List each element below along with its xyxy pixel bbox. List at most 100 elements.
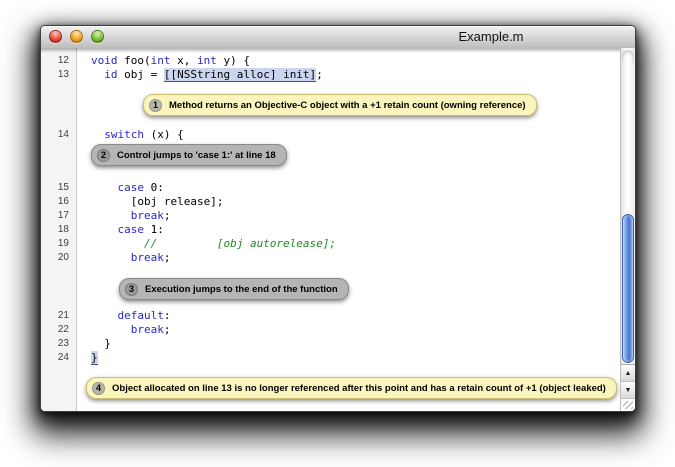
code-token: obj = <box>118 68 164 81</box>
code-token: ; <box>164 251 171 264</box>
scroll-up-button[interactable]: ▲ <box>621 364 635 382</box>
code-line-13[interactable]: 13 id obj = [[NSString alloc] init]; <box>41 68 620 82</box>
analyzer-step-bubble-1[interactable]: 1 Method returns an Objective-C object wi… <box>143 94 537 116</box>
code-token <box>91 323 131 336</box>
analyzer-step-bubble-4[interactable]: 4 Object allocated on line 13 is no longe… <box>86 377 617 399</box>
code-token: break <box>131 323 164 336</box>
code-token: case <box>118 181 145 194</box>
step-number-badge: 1 <box>149 99 162 112</box>
step-message: Object allocated on line 13 is no longer… <box>112 383 606 394</box>
analyzer-step-bubble-2[interactable]: 2 Control jumps to 'case 1:' at line 18 <box>91 144 287 166</box>
code-text: break; <box>76 209 171 223</box>
code-text: default: <box>76 309 170 323</box>
line-number: 16 <box>41 195 76 209</box>
code-token <box>91 181 118 194</box>
code-text <box>76 48 91 53</box>
code-token: ; <box>316 68 323 81</box>
code-text: [obj release]; <box>76 195 223 209</box>
code-line-15[interactable]: 15 case 0: <box>41 181 620 195</box>
code-token: 1: <box>144 223 164 236</box>
code-token <box>91 209 131 222</box>
code-token: } <box>91 337 111 350</box>
code-token <box>91 223 118 236</box>
code-text: case 1: <box>76 223 164 237</box>
code-token: case <box>118 223 145 236</box>
code-token: ; <box>164 323 171 336</box>
step-number-badge: 2 <box>97 149 110 162</box>
step-message: Execution jumps to the end of the functi… <box>145 284 338 295</box>
code-line-19[interactable]: 19 // [obj autorelease]; <box>41 237 620 251</box>
editor-window: Example.m 1112void foo(int x, int y) {13… <box>40 25 636 412</box>
code-line-11[interactable]: 11 <box>41 48 620 53</box>
code-text: // [obj autorelease]; <box>76 237 336 251</box>
code-token: int <box>197 54 217 67</box>
code-token: id <box>104 68 117 81</box>
code-token <box>91 68 104 81</box>
step-message: Method returns an Objective-C object wit… <box>169 100 526 111</box>
code-token: void <box>91 54 118 67</box>
code-token: ; <box>164 209 171 222</box>
code-token: } <box>91 351 98 364</box>
code-token: default <box>118 309 164 322</box>
down-arrow-icon: ▼ <box>625 387 632 394</box>
code-line-12[interactable]: 12void foo(int x, int y) { <box>41 54 620 68</box>
code-token: // [obj autorelease]; <box>91 237 336 250</box>
window-resize-grip[interactable] <box>621 398 635 411</box>
analyzer-step-bubble-3[interactable]: 3Execution jumps to the end of the funct… <box>119 278 349 300</box>
line-number: 24 <box>41 351 76 365</box>
line-number: 17 <box>41 209 76 223</box>
code-token: foo( <box>118 54 151 67</box>
code-token: 0: <box>144 181 164 194</box>
code-line-14[interactable]: 14 switch (x) { <box>41 128 620 142</box>
vertical-scrollbar[interactable]: ▲ ▼ <box>620 48 635 411</box>
code-token: [obj release]; <box>91 195 223 208</box>
code-line-23[interactable]: 23 } <box>41 337 620 351</box>
zoom-button[interactable] <box>91 30 104 43</box>
window-title: Example.m <box>458 29 523 44</box>
line-number: 20 <box>41 251 76 265</box>
code-text: void foo(int x, int y) { <box>76 54 250 68</box>
code-token <box>91 128 104 141</box>
code-token: int <box>151 54 171 67</box>
close-button[interactable] <box>49 30 62 43</box>
line-number: 21 <box>41 309 76 323</box>
code-line-22[interactable]: 22 break; <box>41 323 620 337</box>
line-number: 14 <box>41 128 76 142</box>
line-number: 19 <box>41 237 76 251</box>
line-number: 18 <box>41 223 76 237</box>
code-line-20[interactable]: 20 break; <box>41 251 620 265</box>
code-editor: 1112void foo(int x, int y) {13 id obj = … <box>41 48 620 411</box>
scrollbar-thumb[interactable] <box>622 214 634 363</box>
code-text: } <box>76 337 111 351</box>
code-line-16[interactable]: 16 [obj release]; <box>41 195 620 209</box>
step-message: Control jumps to 'case 1:' at line 18 <box>117 150 276 161</box>
code-token: break <box>131 251 164 264</box>
code-token <box>91 251 131 264</box>
screenshot-background: Example.m 1112void foo(int x, int y) {13… <box>0 0 675 467</box>
minimize-button[interactable] <box>70 30 83 43</box>
line-number: 12 <box>41 54 76 68</box>
code-text: break; <box>76 323 171 337</box>
scrollbar-track-cap <box>622 50 634 62</box>
scroll-down-button[interactable]: ▼ <box>621 381 635 399</box>
code-line-21[interactable]: 21 default: <box>41 309 620 323</box>
line-number: 13 <box>41 68 76 82</box>
code-line-24[interactable]: 24} <box>41 351 620 365</box>
line-number: 11 <box>41 48 76 53</box>
code-token: x, <box>171 54 198 67</box>
code-token <box>91 309 118 322</box>
code-token: y) { <box>217 54 250 67</box>
code-token: (x) { <box>144 128 184 141</box>
line-number: 23 <box>41 337 76 351</box>
code-line-17[interactable]: 17 break; <box>41 209 620 223</box>
code-text: break; <box>76 251 171 265</box>
up-arrow-icon: ▲ <box>625 370 632 377</box>
code-token: break <box>131 209 164 222</box>
step-number-badge: 4 <box>92 382 105 395</box>
line-number: 22 <box>41 323 76 337</box>
window-titlebar[interactable]: Example.m <box>41 26 635 49</box>
code-text: case 0: <box>76 181 164 195</box>
code-line-18[interactable]: 18 case 1: <box>41 223 620 237</box>
code-token: switch <box>104 128 144 141</box>
code-token: [[NSString alloc] init] <box>164 68 316 81</box>
